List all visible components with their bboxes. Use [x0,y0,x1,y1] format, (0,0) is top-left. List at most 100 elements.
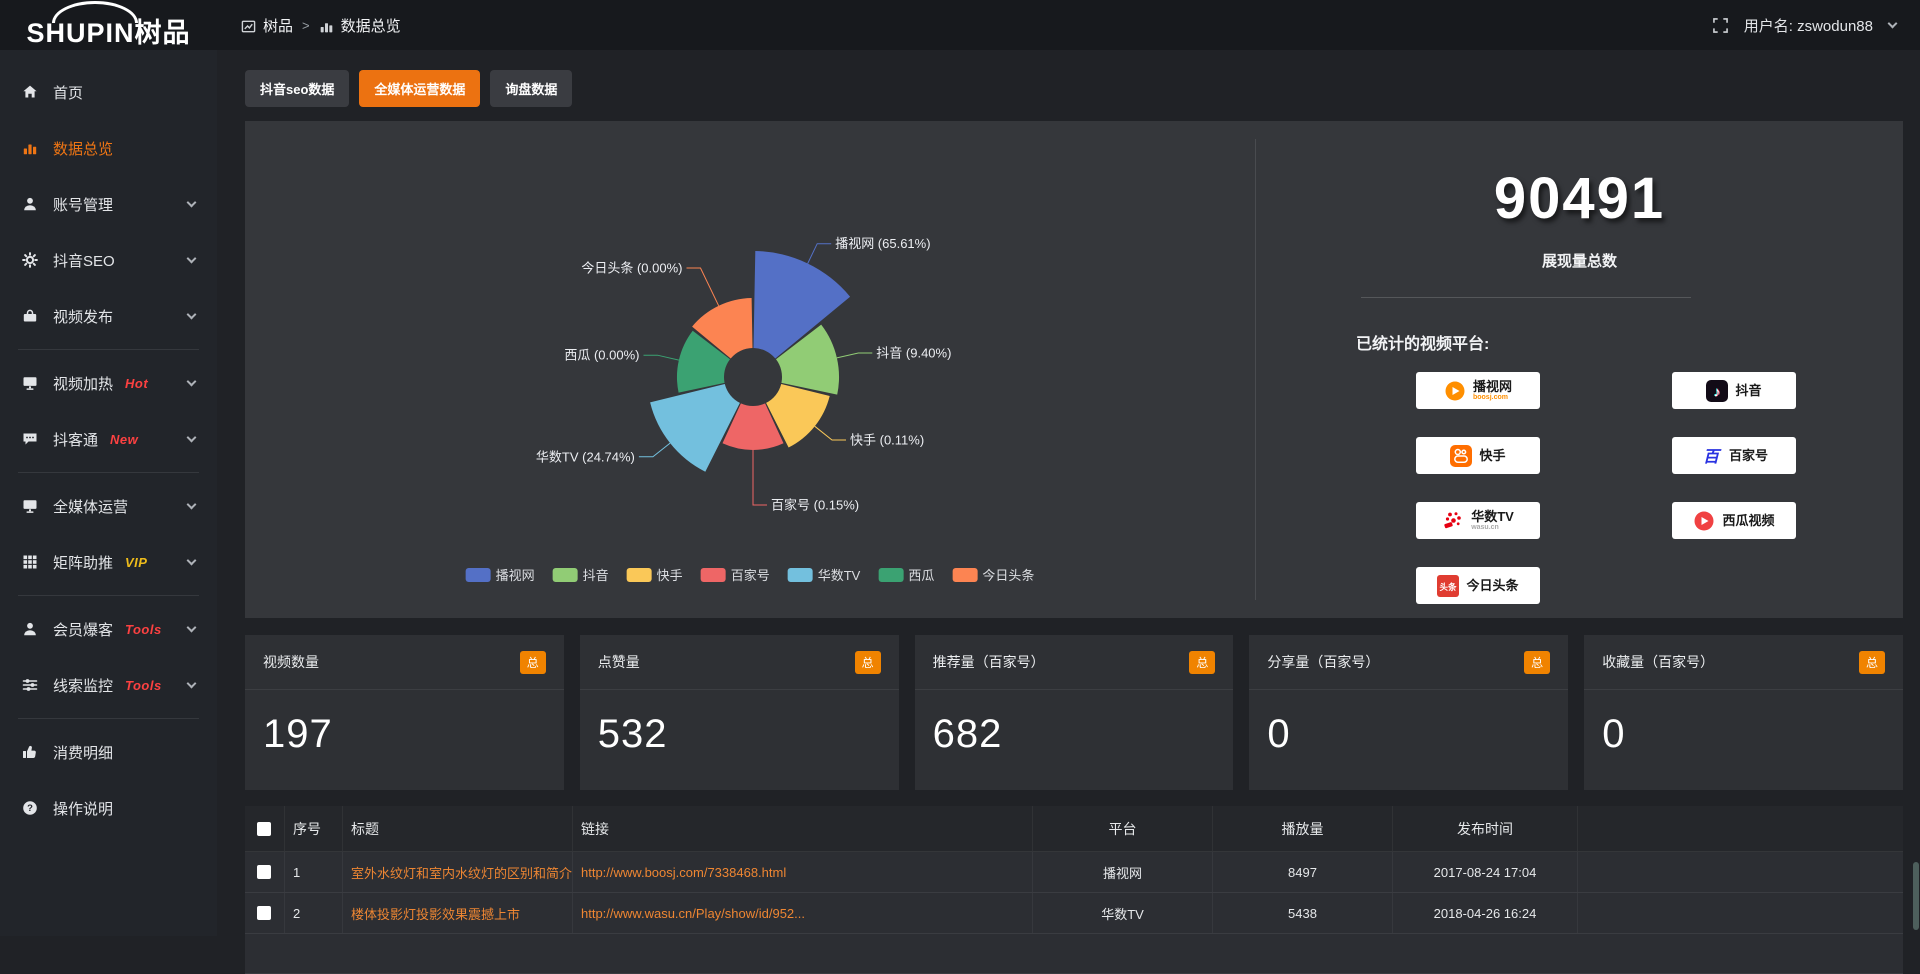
pie-label: 播视网 (65.61%) [835,236,930,251]
platform-subtext: wasu.cn [1471,524,1514,531]
platform-name: 百家号 [1729,449,1768,463]
breadcrumb-current: 数据总览 [341,15,401,36]
pie-label-line [815,426,846,440]
user-chevron-down-icon[interactable] [1888,19,1898,29]
total-badge[interactable]: 总 [855,651,881,674]
sidebar-item-operation-guide[interactable]: ?操作说明 [0,780,217,836]
sidebar-item-label: 线索监控 [53,675,113,696]
video-title-link[interactable]: 室外水纹灯和室内水纹灯的区别和简介 [351,863,572,882]
user-icon [22,196,39,213]
chevron-down-icon [187,433,197,443]
platform-cell: 播视网 [1033,852,1213,892]
platform-name: 今日头条 [1466,579,1518,593]
pie-slice-4[interactable] [650,384,740,472]
stat-card-4: 收藏量（百家号）总0 [1584,635,1903,790]
plays-cell: 5438 [1213,893,1393,933]
sidebar-item-matrix-boost[interactable]: 矩阵助推VIP [0,534,217,590]
legend-item[interactable]: 华数TV [788,565,861,584]
table-header-4: 播放量 [1213,806,1393,851]
legend-item[interactable]: 抖音 [553,565,609,584]
tab-omni-media-data[interactable]: 全媒体运营数据 [359,70,480,107]
sidebar-item-account-management[interactable]: 账号管理 [0,176,217,232]
sidebar-item-label: 首页 [53,82,83,103]
platform-badge-wasu: 华数TVwasu.cn [1416,502,1540,539]
sidebar-item-home[interactable]: 首页 [0,64,217,120]
video-table: 序号标题链接平台播放量发布时间1室外水纹灯和室内水纹灯的区别和简介http://… [245,806,1903,974]
legend-item[interactable]: 快手 [627,565,683,584]
video-url-link[interactable]: http://www.boosj.com/7338468.html [581,865,786,880]
table-row-2: 2楼体投影灯投影效果震撼上市http://www.wasu.cn/Play/sh… [245,893,1903,934]
total-badge[interactable]: 总 [1859,651,1885,674]
total-badge[interactable]: 总 [520,651,546,674]
legend-item[interactable]: 百家号 [701,565,770,584]
platform-badge-toutiao: 头条今日头条 [1416,567,1540,604]
video-title-link[interactable]: 楼体投影灯投影效果震撼上市 [351,904,520,923]
sidebar-item-member-baoke[interactable]: 会员爆客 Tools [0,601,217,657]
sidebar-item-omni-media[interactable]: 全媒体运营 [0,478,217,534]
boosj-logo-icon [1444,380,1466,402]
stat-card-title: 分享量（百家号） [1267,652,1379,672]
stat-card-title: 视频数量 [263,652,319,672]
stat-card-0: 视频数量 总 197 [245,635,564,790]
legend-swatch [952,568,977,582]
total-badge[interactable]: 总 [1189,651,1215,674]
video-url-link[interactable]: http://www.wasu.cn/Play/show/id/952... [581,906,805,921]
bag-icon [22,308,39,325]
platform-badge-douyin: ♪♪♪抖音 [1672,372,1796,409]
home-icon [22,84,39,101]
stat-card-header: 分享量（百家号） 总 [1249,635,1568,690]
row-checkbox-cell [245,852,285,892]
breadcrumb-root[interactable]: 树品 [263,15,293,36]
stat-card-title: 收藏量（百家号） [1602,652,1714,672]
legend-item[interactable]: 今日头条 [952,565,1034,584]
sidebar-item-label: 会员爆客 [53,619,113,640]
table-header-3: 平台 [1033,806,1213,851]
pie-label-line [687,268,719,306]
chart-panel: 播视网 (65.61%)抖音 (9.40%)快手 (0.11%)百家号 (0.1… [245,121,1903,618]
svg-text:百: 百 [1703,449,1722,466]
baijia-logo-icon: 百 [1700,445,1722,467]
legend-label: 今日头条 [982,565,1034,584]
total-impressions-value: 90491 [1256,165,1903,232]
sidebar-menu: 首页数据总览账号管理抖音SEO视频发布视频加热Hot抖客通New 全媒体运营矩阵助… [0,64,217,836]
sidebar: 首页数据总览账号管理抖音SEO视频发布视频加热Hot抖客通New 全媒体运营矩阵助… [0,50,217,936]
summary-panel: 90491 展现量总数 已统计的视频平台: 播视网boosj.com快手华数TV… [1256,121,1903,618]
legend-swatch [788,568,813,582]
menu-badge: Tools [125,622,162,637]
sidebar-item-clue-monitor[interactable]: 线索监控 Tools [0,657,217,713]
publish-time-cell: 2017-08-24 17:04 [1393,852,1578,892]
main-content: 抖音seo数据全媒体运营数据询盘数据 播视网 (65.61%)抖音 (9.40%… [217,50,1920,974]
scrollbar-thumb[interactable] [1913,862,1919,930]
stat-card-value: 197 [245,690,564,757]
stat-card-header: 视频数量 总 [245,635,564,690]
username[interactable]: 用户名: zswodun88 [1744,15,1873,36]
tab-inquiry-data[interactable]: 询盘数据 [490,70,572,107]
platform-subtext: boosj.com [1473,394,1512,401]
legend-item[interactable]: 播视网 [466,565,535,584]
legend-item[interactable]: 西瓜 [878,565,934,584]
row-checkbox[interactable] [257,865,271,879]
sidebar-item-consumption-detail[interactable]: 消费明细 [0,724,217,780]
platform-name: 播视网 [1473,380,1512,394]
stat-card-header: 推荐量（百家号）总 [915,635,1234,690]
row-checkbox-cell [245,893,285,933]
gear-icon [22,252,39,269]
chart-legend: 播视网抖音快手百家号华数TV 西瓜 今日头条 [466,565,1035,584]
sidebar-item-doukoutong[interactable]: 抖客通New [0,411,217,467]
total-badge[interactable]: 总 [1524,651,1550,674]
fullscreen-icon[interactable] [1713,18,1728,33]
bars-icon [22,140,39,157]
sidebar-item-video-publish[interactable]: 视频发布 [0,288,217,344]
menu-divider [18,595,199,596]
tab-douyin-seo-data[interactable]: 抖音seo数据 [245,70,349,107]
select-all-checkbox[interactable] [257,822,271,836]
app-logo[interactable]: SHUPIN树品 [0,0,217,50]
menu-badge: Tools [125,678,162,693]
row-checkbox[interactable] [257,906,271,920]
sidebar-item-video-heating[interactable]: 视频加热Hot [0,355,217,411]
sidebar-item-douyin-seo[interactable]: 抖音SEO [0,232,217,288]
legend-swatch [878,568,903,582]
platforms-col-left: 播视网boosj.com快手华数TVwasu.cn头条今日头条 [1416,372,1540,604]
table-row-partial [245,934,1903,974]
sidebar-item-data-overview[interactable]: 数据总览 [0,120,217,176]
